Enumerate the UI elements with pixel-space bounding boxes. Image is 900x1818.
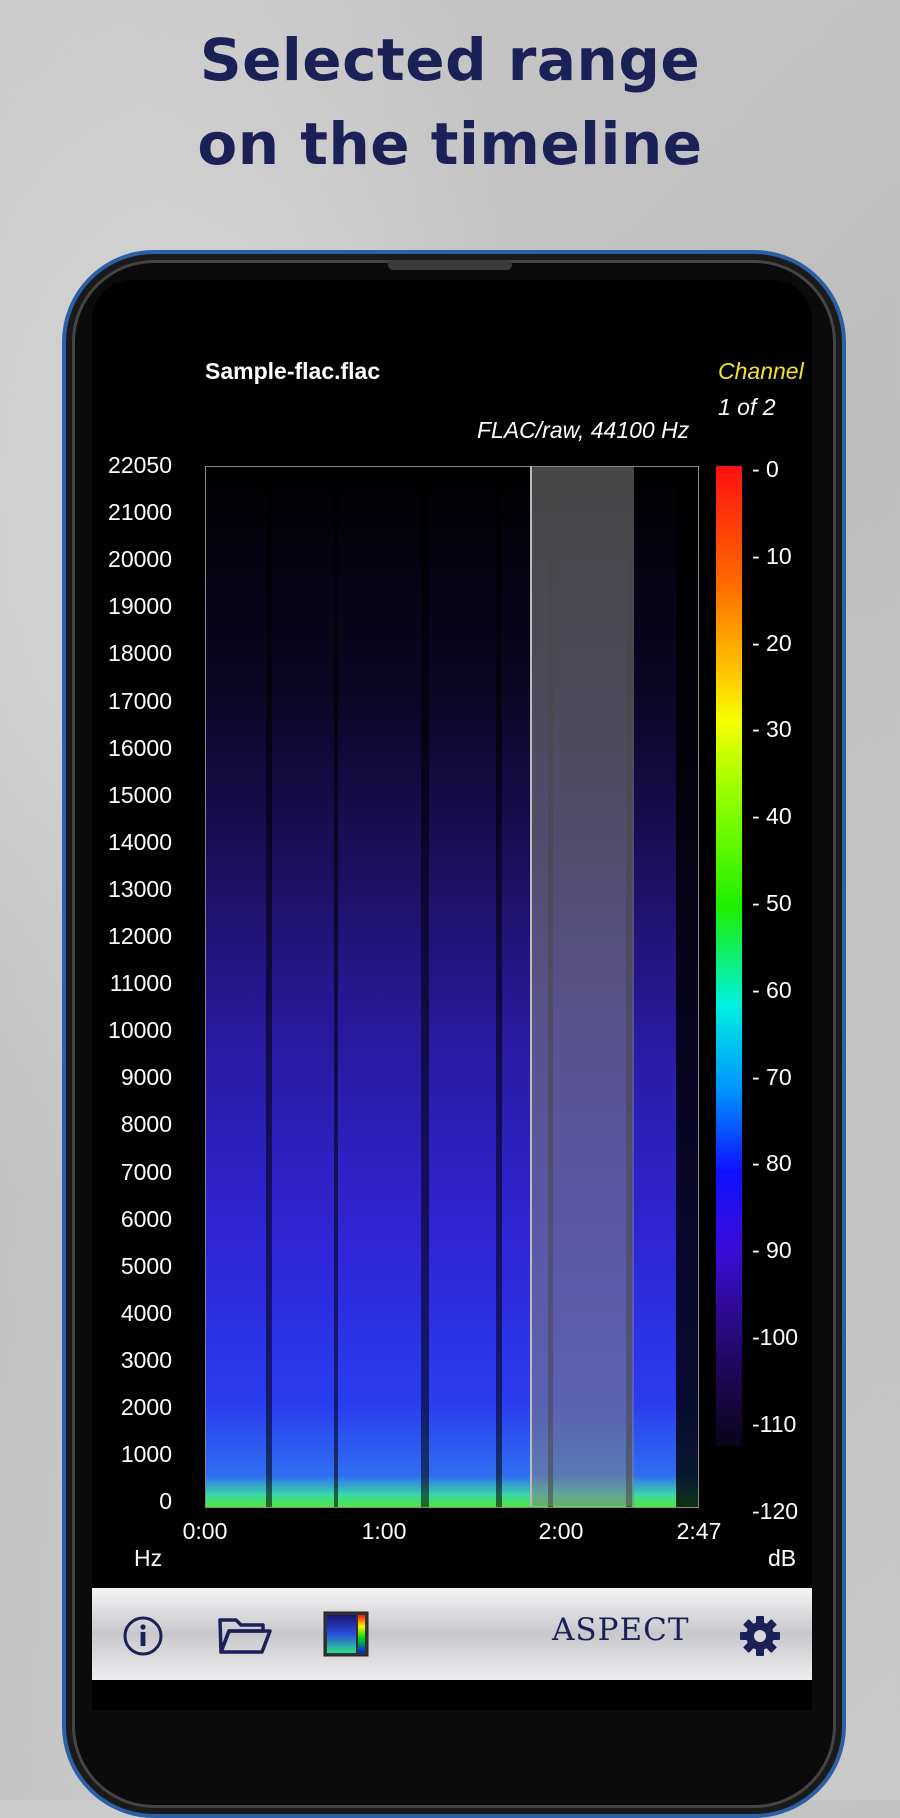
db-color-scale: [716, 466, 742, 1446]
frequency-tick-label: 1000: [120, 1441, 172, 1468]
frequency-tick-label: 11000: [109, 970, 172, 997]
format-info: FLAC/raw, 44100 Hz: [477, 417, 690, 443]
frequency-tick-label: 4000: [120, 1299, 172, 1326]
phone-speaker: [388, 260, 512, 270]
db-tick-label: -120: [752, 1497, 799, 1524]
frequency-tick-label: 7000: [120, 1158, 172, 1185]
frequency-tick-label: 10000: [108, 1017, 172, 1044]
db-tick-label: - 60: [752, 976, 792, 1003]
time-tick-label: 2:47: [676, 1518, 722, 1544]
db-tick-label: - 20: [752, 629, 792, 656]
time-tick-label: 0:00: [182, 1518, 228, 1544]
brand-logo: ASPECT: [552, 1612, 690, 1648]
info-icon[interactable]: [122, 1615, 164, 1662]
db-unit: dB: [768, 1545, 797, 1571]
headline: Selected range on the timeline: [0, 18, 900, 186]
frequency-tick-label: 14000: [108, 828, 172, 855]
channel-count[interactable]: 1 of 2: [718, 394, 776, 421]
frequency-tick-label: 22050: [108, 452, 172, 478]
frequency-tick-label: 8000: [120, 1111, 172, 1138]
gear-icon[interactable]: [738, 1614, 782, 1663]
selected-range[interactable]: [530, 466, 634, 1506]
db-tick-label: - 0: [752, 456, 779, 482]
frequency-tick-label: 13000: [108, 875, 172, 902]
folder-open-icon[interactable]: [217, 1614, 273, 1663]
frequency-tick-label: 12000: [108, 923, 172, 949]
db-tick-label: -100: [752, 1324, 799, 1350]
db-tick-label: - 10: [752, 542, 792, 569]
frequency-tick-label: 9000: [120, 1064, 172, 1091]
frequency-tick-label: 19000: [108, 593, 172, 620]
headline-line-1: Selected range: [199, 26, 701, 94]
file-name: Sample-flac.flac: [205, 358, 381, 384]
frequency-tick-label: 15000: [108, 781, 172, 808]
hz-unit: Hz: [134, 1545, 163, 1571]
frequency-tick-label: 20000: [108, 546, 172, 573]
headline-line-2: on the timeline: [197, 110, 703, 178]
frequency-tick-label: 0: [159, 1488, 172, 1515]
spectrum-palette-icon[interactable]: [323, 1611, 369, 1662]
db-tick-label: - 40: [752, 803, 792, 830]
db-tick-label: - 90: [752, 1237, 792, 1264]
frequency-tick-label: 2000: [120, 1394, 172, 1420]
db-tick-label: - 70: [752, 1063, 792, 1090]
bottom-toolbar: [92, 1588, 812, 1680]
db-tick-label: -110: [752, 1410, 797, 1437]
db-tick-label: - 80: [752, 1150, 792, 1177]
frequency-tick-label: 6000: [120, 1205, 172, 1232]
frequency-tick-label: 3000: [120, 1346, 172, 1373]
time-tick-label: 1:00: [361, 1518, 407, 1544]
db-tick-label: - 30: [752, 716, 792, 743]
channel-selector[interactable]: Channel: [718, 358, 804, 385]
frequency-tick-label: 16000: [108, 734, 172, 761]
frequency-tick-label: 18000: [108, 640, 172, 667]
frequency-tick-label: 5000: [120, 1252, 172, 1279]
time-tick-label: 2:00: [538, 1518, 584, 1544]
db-tick-label: - 50: [752, 890, 792, 916]
frequency-tick-label: 17000: [108, 687, 172, 714]
frequency-tick-label: 21000: [108, 499, 172, 526]
